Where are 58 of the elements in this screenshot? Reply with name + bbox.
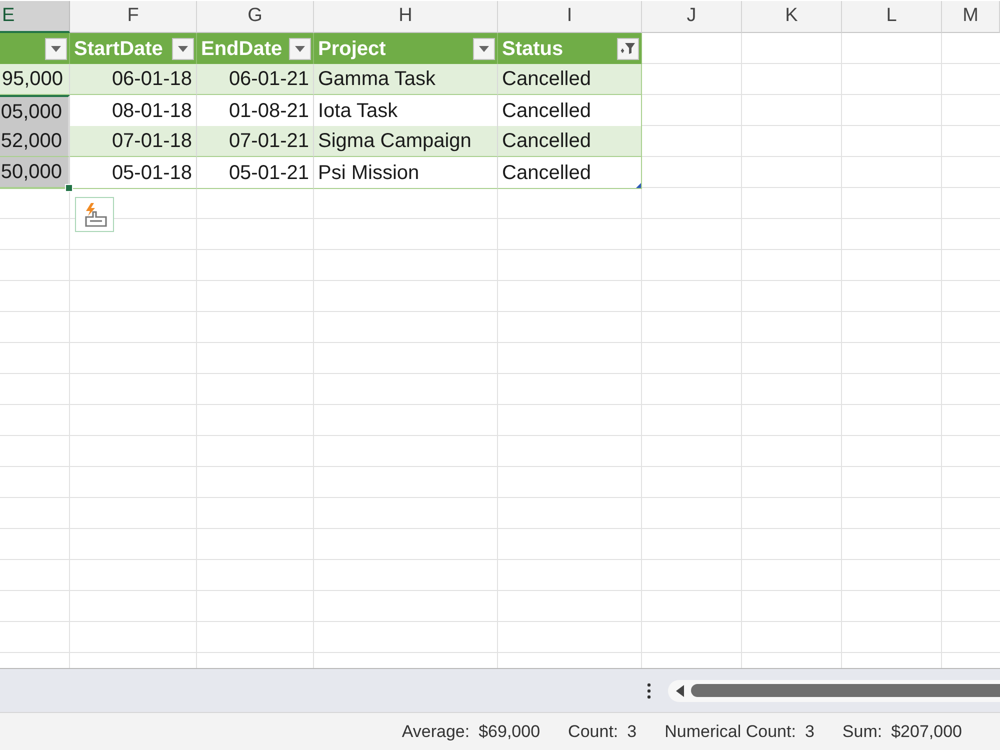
table-cell: Cancelled [498,64,642,95]
table-cell: 07-01-21 [197,126,314,157]
column-header[interactable]: E [0,1,70,33]
column-header[interactable]: I [498,1,642,33]
more-options-icon[interactable] [647,682,651,698]
column-header[interactable]: M [942,1,1000,33]
table-cell: 06-01-18 [70,64,197,95]
table-cell: Cancelled [498,126,642,157]
table-cell: 52,000 [0,126,70,157]
column-header[interactable]: K [742,1,842,33]
table-cell: Cancelled [498,95,642,128]
status-value: 3 [627,720,637,743]
status-label: Numerical Count: [664,720,796,743]
quick-analysis-button[interactable] [75,197,114,232]
column-label: Status [502,36,564,62]
table-cell: 01-08-21 [197,95,314,128]
scroll-thumb[interactable] [691,684,1000,697]
filter-dropdown-button[interactable] [172,38,194,60]
table-cell: Psi Mission [314,157,498,189]
filter-funnel-icon [621,43,635,54]
table-cell: 50,000 [0,157,70,189]
table-cell: Sigma Campaign [314,126,498,157]
column-header[interactable]: G [197,1,314,33]
table-cell: Cancelled [498,157,642,189]
table-cell: 05-01-21 [197,157,314,189]
column-header[interactable]: F [70,1,197,33]
dropdown-arrow-icon [295,46,305,52]
filter-dropdown-button[interactable] [473,38,495,60]
table-cell: 05,000 [0,95,70,128]
dropdown-arrow-icon [178,46,188,52]
status-label: Count: [568,720,618,743]
dropdown-arrow-icon [479,46,489,52]
dropdown-arrow-icon [51,46,61,52]
filter-dropdown-button[interactable] [45,38,67,60]
scroll-left-icon[interactable] [676,684,684,696]
column-header[interactable]: L [842,1,942,33]
status-value: $69,000 [478,720,540,743]
status-label: Average: [402,720,470,743]
table-cell: 07-01-18 [70,126,197,157]
fill-handle[interactable] [65,184,73,192]
horizontal-scrollbar[interactable] [668,680,1000,702]
column-header[interactable]: H [314,1,498,33]
column-label: StartDate [74,36,163,62]
column-label: Project [318,36,386,62]
table-cell: 05-01-18 [70,157,197,189]
resize-handle-icon[interactable] [636,183,641,188]
table-cell: Iota Task [314,95,498,128]
table-cell: 06-01-21 [197,64,314,95]
filter-dropdown-button[interactable] [289,38,311,60]
status-label: Sum: [842,720,882,743]
filter-dropdown-button[interactable] [617,38,639,60]
status-value: 3 [804,720,814,743]
table-cell: Gamma Task [314,64,498,95]
column-label: EndDate [201,36,282,62]
table-cell: 08-01-18 [70,95,197,128]
column-header[interactable]: J [642,1,742,33]
status-value: $207,000 [891,720,962,743]
table-cell: 95,000 [0,64,70,95]
